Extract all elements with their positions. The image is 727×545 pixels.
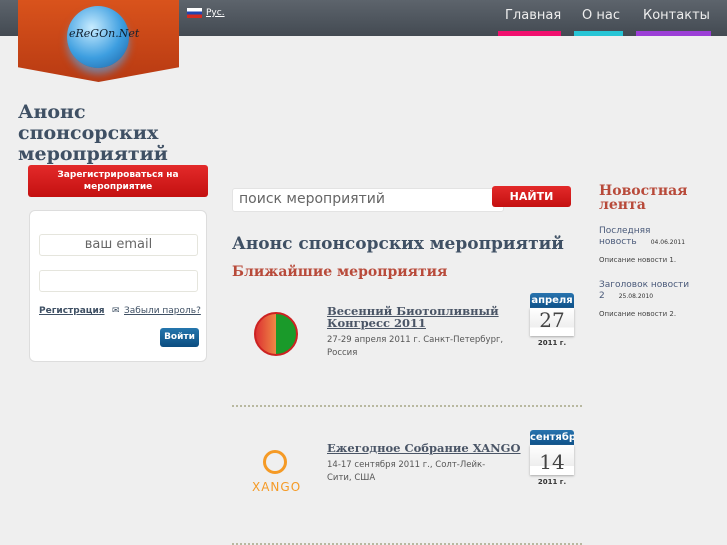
logo-globe[interactable]: eReGOn.Net: [67, 6, 139, 68]
nav-about[interactable]: О нас: [582, 8, 620, 23]
mail-icon: ✉: [112, 306, 120, 316]
event-date-calendar: сентябр 14 2011 г.: [530, 430, 574, 486]
email-input[interactable]: ваш email: [39, 234, 198, 256]
event-month: апреля: [530, 293, 574, 308]
upcoming-events-title: Ближайшие мероприятия: [232, 264, 448, 280]
nav-home-underline: [498, 31, 561, 36]
event-month: сентябр: [530, 430, 574, 445]
news-title-link[interactable]: Последняя новость: [599, 226, 650, 247]
search-input[interactable]: поиск мероприятий: [232, 188, 504, 212]
nav-about-underline: [574, 31, 623, 36]
language-link[interactable]: Рус.: [206, 8, 225, 18]
main-title: Анонс спонсорских мероприятий: [232, 234, 564, 254]
event-year: 2011 г.: [537, 478, 567, 486]
news-feed: Новостная лента Последняя новость 04.06.2…: [599, 184, 719, 318]
news-description: Описание новости 2.: [599, 310, 677, 318]
event-day: 27: [530, 308, 574, 336]
forgot-password-link[interactable]: Забыли пароль?: [124, 306, 201, 316]
password-input[interactable]: [39, 270, 198, 292]
news-date: 04.06.2011: [650, 239, 686, 246]
logo-text: eReGOn.Net: [69, 27, 140, 40]
login-button[interactable]: Войти: [160, 328, 199, 347]
xango-logo-text: XANGO: [252, 480, 302, 494]
event-description: 27-29 апреля 2011 г. Санкт-Петербург, Ро…: [327, 335, 504, 358]
language-switch[interactable]: Рус.: [187, 8, 225, 18]
login-box: ваш email Регистрация ✉ Забыли пароль? В…: [29, 210, 207, 362]
news-description: Описание новости 1.: [599, 256, 677, 264]
event-date-calendar: апреля 27 2011 г.: [530, 293, 574, 347]
xango-logo-icon: [263, 450, 287, 474]
news-date: 25.08.2010: [618, 293, 654, 300]
event-title-link[interactable]: Ежегодное Собрание XANGO: [327, 442, 527, 454]
event-title-link[interactable]: Весенний Биотопливный Конгресс 2011: [327, 305, 507, 329]
news-feed-title: Новостная лента: [599, 183, 688, 213]
nav-contacts[interactable]: Контакты: [643, 8, 710, 23]
nav-home[interactable]: Главная: [505, 8, 561, 23]
event-day: 14: [530, 445, 574, 475]
search-button[interactable]: НАЙТИ: [492, 186, 571, 207]
nav-contacts-underline: [636, 31, 711, 36]
event-year: 2011 г.: [537, 339, 567, 347]
divider: [232, 405, 582, 407]
sidebar-title: Анонс спонсорских мероприятий: [18, 101, 168, 165]
register-event-button[interactable]: Зарегистрироваться на мероприятие: [28, 165, 208, 197]
registration-link[interactable]: Регистрация: [39, 306, 105, 316]
russian-flag-icon: [187, 8, 202, 18]
event-description: 14-17 сентября 2011 г., Солт-Лейк-Сити, …: [327, 460, 486, 483]
biofuel-logo-icon: [254, 312, 298, 356]
